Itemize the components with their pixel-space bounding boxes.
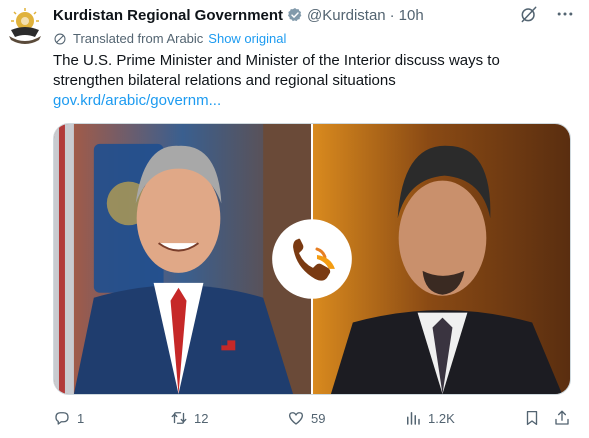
translate-icon: [54, 33, 66, 44]
tweet-body: The U.S. Prime Minister and Minister of …: [53, 52, 500, 89]
verified-badge-icon: [288, 8, 302, 22]
action-bar: 1 12 59 1.2K: [53, 407, 575, 429]
translation-note: Translated from Arabic Show original: [53, 31, 286, 46]
repost-count: 12: [194, 410, 209, 426]
tweet-media[interactable]: [53, 123, 571, 395]
grok-icon[interactable]: [519, 4, 539, 24]
tweet[interactable]: Kurdistan Regional Government @Kurdistan…: [0, 0, 589, 438]
bookmark-icon: [526, 410, 538, 426]
retweet-icon: [171, 412, 187, 424]
reply-button[interactable]: 1: [53, 407, 84, 429]
author-name[interactable]: Kurdistan Regional Government: [53, 7, 283, 24]
author-handle[interactable]: @Kurdistan: [307, 7, 386, 24]
reply-icon: [55, 412, 69, 425]
repost-button[interactable]: 12: [170, 407, 208, 429]
phone-icon: [272, 219, 352, 299]
more-icon[interactable]: [555, 4, 575, 24]
like-icon: [288, 412, 304, 425]
tweet-header: Kurdistan Regional Government @Kurdistan…: [53, 5, 424, 25]
avatar[interactable]: [5, 6, 45, 46]
views-button[interactable]: 1.2K: [404, 407, 455, 429]
views-icon: [407, 412, 420, 425]
krg-emblem-icon: [9, 8, 41, 44]
like-count: 59: [311, 410, 326, 426]
show-original-link[interactable]: Show original: [208, 31, 286, 46]
share-button[interactable]: [553, 407, 571, 429]
call-photo: [54, 124, 570, 394]
share-icon: [555, 410, 569, 425]
like-button[interactable]: 59: [287, 407, 325, 429]
tweet-text: The U.S. Prime Minister and Minister of …: [53, 51, 573, 111]
reply-count: 1: [77, 410, 85, 426]
top-actions: [519, 4, 575, 24]
bookmark-button[interactable]: [523, 407, 541, 429]
translated-label: Translated from Arabic: [73, 31, 204, 46]
views-count: 1.2K: [428, 410, 455, 426]
timestamp[interactable]: 10h: [399, 7, 424, 24]
tweet-link[interactable]: gov.krd/arabic/governm...: [53, 91, 573, 111]
separator-dot: ·: [389, 6, 395, 24]
